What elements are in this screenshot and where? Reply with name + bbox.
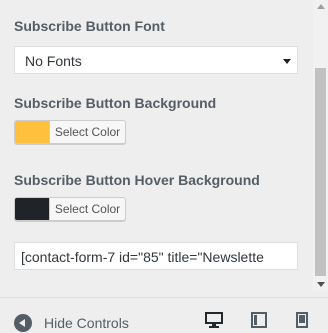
- scrollbar[interactable]: [313, 0, 328, 291]
- background-color-swatch: [15, 121, 50, 143]
- collapse-arrow-icon: [14, 314, 32, 332]
- font-section-title: Subscribe Button Font: [14, 18, 165, 34]
- background-color-button[interactable]: Select Color: [14, 120, 126, 144]
- hover-color-button[interactable]: Select Color: [14, 197, 126, 221]
- hover-color-swatch: [15, 198, 50, 220]
- scroll-down-icon[interactable]: [317, 282, 325, 287]
- chevron-down-icon: [283, 59, 291, 64]
- font-select[interactable]: No Fonts: [14, 46, 298, 74]
- hover-section-title: Subscribe Button Hover Background: [14, 172, 260, 188]
- background-section-title: Subscribe Button Background: [14, 95, 217, 111]
- hide-controls-button[interactable]: Hide Controls: [14, 314, 129, 332]
- tablet-icon[interactable]: [251, 312, 269, 328]
- scroll-up-icon[interactable]: [317, 4, 325, 9]
- shortcode-input[interactable]: [contact-form-7 id="85" title="Newslette: [14, 242, 298, 270]
- font-select-value: No Fonts: [25, 53, 82, 69]
- customizer-footer: Hide Controls: [0, 297, 328, 332]
- mobile-icon[interactable]: [296, 312, 314, 328]
- background-select-color-label: Select Color: [54, 125, 121, 139]
- hover-select-color-label: Select Color: [54, 202, 121, 216]
- scrollbar-thumb[interactable]: [315, 68, 326, 276]
- desktop-icon[interactable]: [205, 312, 223, 328]
- customizer-panel: Subscribe Button Font No Fonts Subscribe…: [0, 0, 313, 291]
